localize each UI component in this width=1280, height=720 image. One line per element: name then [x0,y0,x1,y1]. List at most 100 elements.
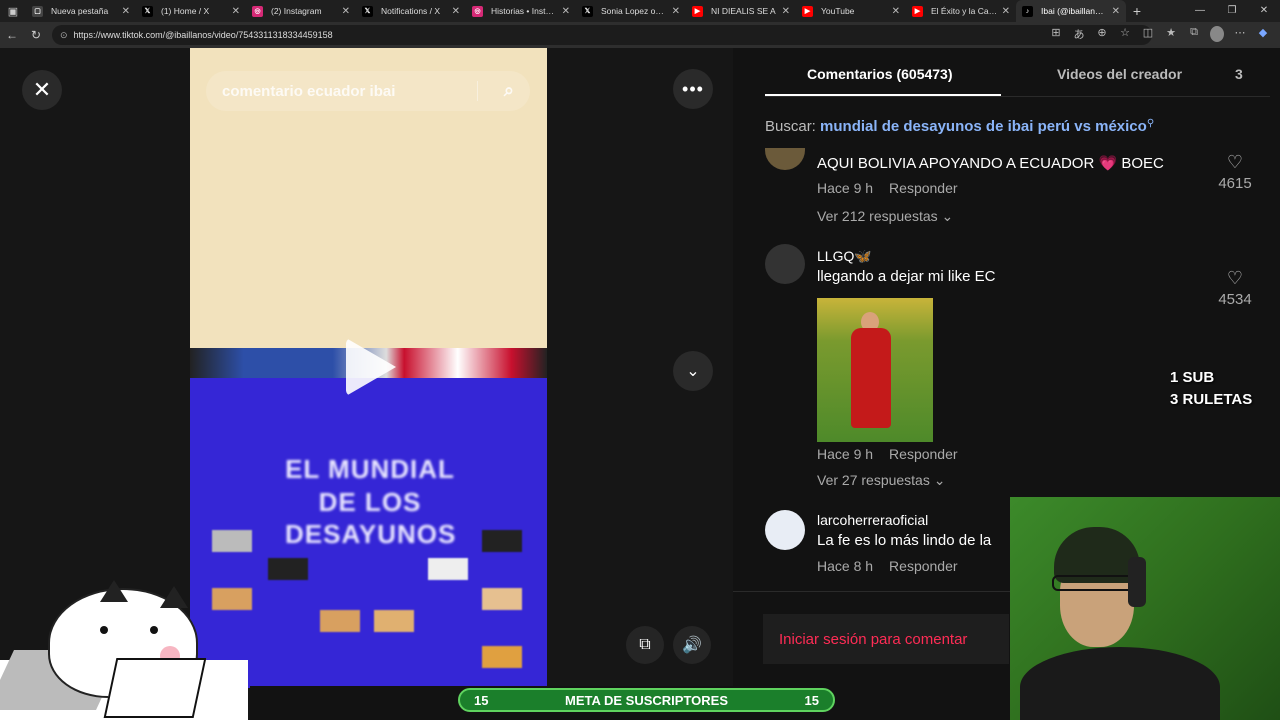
favorite-star-icon[interactable]: ☆ [1118,26,1132,42]
comment-avatar[interactable] [765,244,805,284]
tab-comments[interactable]: Comentarios (605473) [807,66,953,82]
close-tab-icon[interactable]: ✕ [342,6,350,17]
search-separator [477,81,478,101]
tab-actions-icon[interactable]: ▣ [0,0,26,22]
heart-icon: ♡ [1226,268,1244,288]
bracket-slot [482,646,522,668]
profile-avatar[interactable] [1210,26,1224,42]
comment-avatar[interactable] [765,148,805,170]
browser-tab[interactable]: ▶ NI DIEALIS SE A ✕ [686,0,796,22]
like-count: 4615 [1218,175,1252,192]
close-tab-icon[interactable]: ✕ [782,6,790,17]
comment-author[interactable]: larcoherreraoficial [817,512,928,528]
browser-tab[interactable]: 𝕏 Notifications / X ✕ [356,0,466,22]
like-button[interactable]: ♡ 4615 [1205,152,1265,192]
browser-tab-title: Nueva pestaña [51,6,109,16]
headset-mic [1128,557,1146,607]
browser-tab[interactable]: ▶ YouTube ✕ [796,0,906,22]
favorites-icon[interactable]: ★ [1164,26,1178,42]
close-video-button[interactable]: ✕ [22,70,62,110]
close-tab-icon[interactable]: ✕ [892,6,900,17]
close-window-icon[interactable]: ✕ [1248,0,1280,22]
volume-button[interactable]: 🔊 [673,626,711,664]
tab-creator-videos[interactable]: Videos del creador [1057,66,1182,82]
browser-tab[interactable]: ◎ Historias • Instagram ✕ [466,0,576,22]
copilot-icon[interactable]: ◆ [1256,26,1270,42]
close-icon: ✕ [32,77,52,102]
play-icon[interactable] [346,338,396,396]
cat-eye [100,626,108,634]
close-tab-icon[interactable]: ✕ [452,6,460,17]
browser-tab-title: NI DIEALIS SE A [711,6,776,16]
view-replies-button[interactable]: Ver 212 respuestas ⌄ [817,208,953,225]
close-tab-icon[interactable]: ✕ [672,6,680,17]
comment-time: Hace 9 h [817,180,874,196]
app-install-icon[interactable]: ⊞ [1049,26,1063,42]
stream-goal-line2: 3 RULETAS [1170,391,1253,408]
search-suggestion: Buscar: mundial de desayunos de ibai per… [765,118,1154,135]
video-search-text: comentario ecuador ibai [222,82,396,100]
url-input[interactable]: ⊙ https://www.tiktok.com/@ibaillanos/vid… [52,25,1152,45]
instagram-icon: ◎ [252,5,263,17]
back-icon[interactable]: ← [0,28,24,42]
tab-extra[interactable]: 3 [1235,66,1243,82]
pip-icon: ⧉ [639,636,651,653]
more-options-icon[interactable]: ⋯ [1233,26,1247,42]
zoom-icon[interactable]: ⊕ [1095,26,1109,42]
comment-text: La fe es lo más lindo de la [817,532,992,549]
reply-button[interactable]: Responder [889,446,958,462]
close-tab-icon[interactable]: ✕ [232,6,240,17]
maximize-icon[interactable]: ❐ [1216,0,1248,22]
video-overlay-title: EL MUNDIAL DE LOS DESAYUNOS [285,454,457,549]
youtube-icon: ▶ [912,5,923,17]
url-text: https://www.tiktok.com/@ibaillanos/video… [73,30,333,40]
panel-tabs: Comentarios (605473) Videos del creador … [765,66,1265,96]
browser-tab[interactable]: ▢ Nueva pestaña ✕ [26,0,136,22]
reload-icon[interactable]: ↻ [24,28,48,42]
webcam-feed [1010,497,1280,720]
comment-author[interactable]: LLGQ🦋 [817,248,872,265]
picture-in-picture-button[interactable]: ⧉ [626,626,664,664]
search-icon[interactable]: ⚲ [1147,118,1154,129]
goal-left-count: 15 [474,692,489,708]
webcam-person-body [1020,647,1220,720]
chevron-down-icon: ⌄ [686,363,700,380]
comment-text: llegando a dejar mi like EC [817,268,996,285]
comment-avatar[interactable] [765,510,805,550]
next-video-button[interactable]: ⌄ [673,351,713,391]
minimize-icon[interactable]: — [1184,0,1216,22]
search-icon[interactable]: ⌕ [504,80,514,101]
browser-tab-title: YouTube [821,6,855,16]
close-tab-icon[interactable]: ✕ [1002,6,1010,17]
close-tab-icon[interactable]: ✕ [122,6,130,17]
collections-icon[interactable]: ⧉ [1187,26,1201,42]
site-info-icon[interactable]: ⊙ [60,30,68,41]
new-tab-button[interactable]: + [1126,3,1148,19]
browser-tab-title: Notifications / X [381,6,441,16]
bracket-slot [482,530,522,552]
stream-goal-line1: 1 SUB [1170,369,1215,386]
browser-tab[interactable]: ♪ Ibai (@ibaillanos) | ✕ [1016,0,1126,22]
like-button[interactable]: ♡ 4534 [1205,268,1265,308]
view-replies-button[interactable]: Ver 27 respuestas ⌄ [817,472,945,489]
comment-gif[interactable] [817,298,933,442]
like-count: 4534 [1218,291,1252,308]
bracket-slot [268,558,308,580]
instagram-icon: ◎ [472,5,483,17]
reply-button[interactable]: Responder [889,558,958,574]
comment-meta: Hace 9 h Responder [817,446,958,462]
split-screen-icon[interactable]: ◫ [1141,26,1155,42]
search-query-link[interactable]: mundial de desayunos de ibai perú vs méx… [820,118,1147,135]
bracket-slot [482,588,522,610]
browser-tab[interactable]: 𝕏 Sonia Lopez on X: ✕ [576,0,686,22]
translate-icon[interactable]: あ [1072,26,1086,42]
browser-tab[interactable]: ◎ (2) Instagram ✕ [246,0,356,22]
close-tab-icon[interactable]: ✕ [562,6,570,17]
close-tab-icon[interactable]: ✕ [1112,6,1120,17]
browser-tab[interactable]: 𝕏 (1) Home / X ✕ [136,0,246,22]
video-search-box[interactable]: comentario ecuador ibai ⌕ [206,71,530,111]
browser-tab[interactable]: ▶ El Éxito y la Caída d ✕ [906,0,1016,22]
more-options-button[interactable]: ••• [673,69,713,109]
login-to-comment-button[interactable]: Iniciar sesión para comentar [763,614,1009,664]
reply-button[interactable]: Responder [889,180,958,196]
